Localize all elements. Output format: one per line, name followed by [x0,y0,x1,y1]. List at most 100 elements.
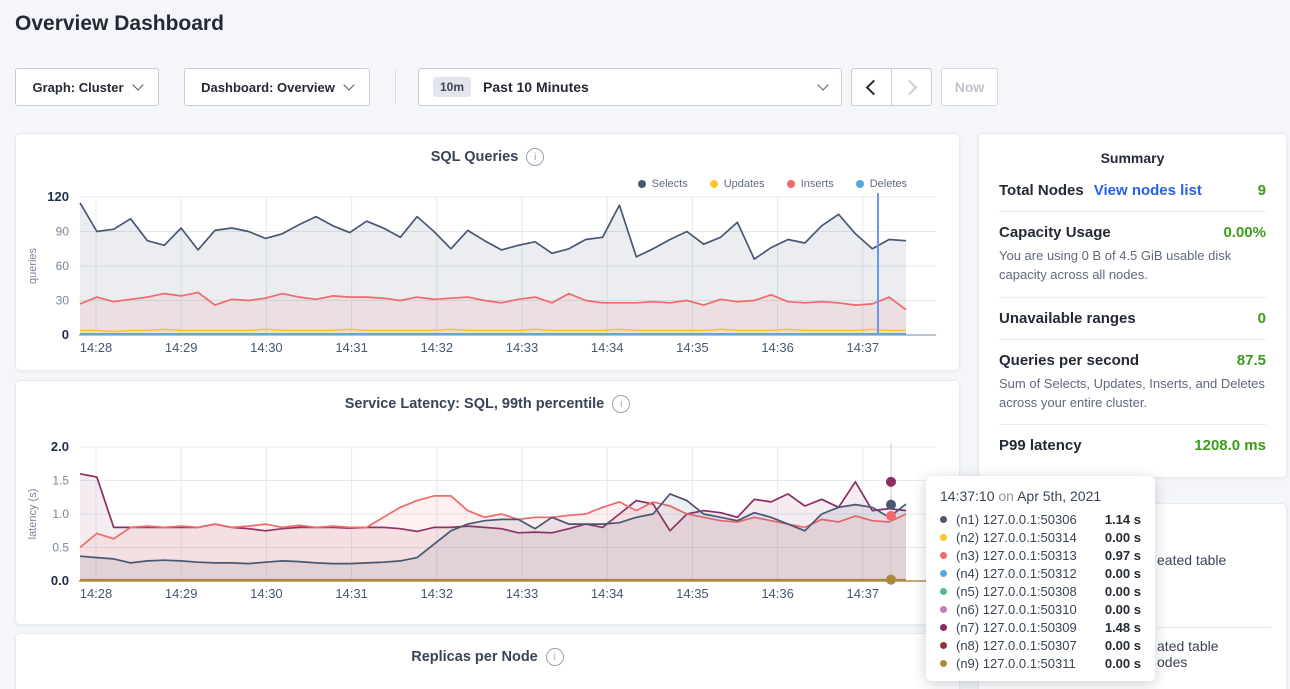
summary-description: You are using 0 B of 4.5 GiB usable disk… [999,247,1266,285]
svg-text:14:33: 14:33 [506,340,539,355]
series-color-dot [940,552,947,559]
svg-text:14:35: 14:35 [676,340,709,355]
tooltip-node-label: (n3) 127.0.0.1:50313 [956,548,1105,563]
tooltip-date-connector: on [998,488,1014,504]
tooltip-node-value: 0.97 s [1105,548,1141,563]
svg-text:14:37: 14:37 [847,586,880,601]
summary-description: Sum of Selects, Updates, Inserts, and De… [999,375,1266,413]
summary-value: 9 [1258,182,1266,199]
legend-dot [787,180,795,188]
legend-item-inserts[interactable]: Inserts [787,178,834,190]
graph-dropdown[interactable]: Graph: Cluster [15,68,159,106]
time-pager [851,68,932,106]
tooltip-node-row: (n5) 127.0.0.1:503080.00 s [940,582,1141,600]
svg-text:14:31: 14:31 [335,340,368,355]
now-button[interactable]: Now [941,68,998,106]
legend-item-updates[interactable]: Updates [710,178,765,190]
series-color-dot [940,660,947,667]
svg-text:14:30: 14:30 [250,586,283,601]
chevron-right-icon [902,79,918,95]
svg-text:14:37: 14:37 [847,340,880,355]
event-text-fragment: odes [1157,654,1187,670]
info-icon[interactable] [526,148,544,166]
chevron-left-icon [866,79,882,95]
series-color-dot [940,570,947,577]
time-prev-button[interactable] [852,69,891,105]
tooltip-node-value: 0.00 s [1105,530,1141,545]
chart-hover-tooltip: 14:37:10 on Apr 5th, 2021 (n1) 127.0.0.1… [926,476,1155,681]
legend-dot [638,180,646,188]
overview-dashboard-page: Overview Dashboard Graph: Cluster Dashbo… [0,0,1290,689]
summary-panel: Summary Total Nodes View nodes list 9 Ca… [978,133,1287,478]
legend-dot [710,180,718,188]
svg-text:14:28: 14:28 [80,586,113,601]
series-color-dot [940,606,947,613]
chevron-down-icon [132,79,143,90]
series-color-dot [940,588,947,595]
dashboard-dropdown-label: Dashboard: Overview [201,80,335,95]
summary-row-p99-latency: P99 latency 1208.0 ms [999,425,1266,466]
tooltip-node-value: 0.00 s [1105,584,1141,599]
summary-value: 1208.0 ms [1194,437,1266,454]
service-latency-chart[interactable]: 14:2814:2914:3014:3114:3214:3314:3414:35… [16,381,961,624]
time-range-dropdown[interactable]: 10m Past 10 Minutes [418,68,842,106]
tooltip-node-label: (n6) 127.0.0.1:50310 [956,602,1105,617]
service-latency-chart-card: 14:2814:2914:3014:3114:3214:3314:3414:35… [15,380,960,625]
tooltip-node-label: (n4) 127.0.0.1:50312 [956,566,1105,581]
svg-text:14:30: 14:30 [250,340,283,355]
legend-label: Selects [652,178,688,190]
svg-text:14:29: 14:29 [165,340,198,355]
page-title: Overview Dashboard [15,12,224,36]
summary-label: Queries per second [999,352,1139,369]
tooltip-node-row: (n9) 127.0.0.1:503110.00 s [940,654,1141,672]
summary-row-total-nodes: Total Nodes View nodes list 9 [999,170,1266,212]
sql-queries-chart[interactable]: 14:2814:2914:3014:3114:3214:3314:3414:35… [16,134,961,370]
summary-label: Unavailable ranges [999,310,1136,327]
tooltip-timestamp: 14:37:10 on Apr 5th, 2021 [940,488,1141,504]
tooltip-node-row: (n1) 127.0.0.1:503061.14 s [940,510,1141,528]
info-icon[interactable] [546,648,564,666]
tooltip-node-label: (n5) 127.0.0.1:50308 [956,584,1105,599]
svg-text:14:36: 14:36 [761,340,794,355]
svg-text:14:31: 14:31 [335,586,368,601]
svg-text:1.0: 1.0 [52,507,69,521]
view-nodes-list-link[interactable]: View nodes list [1094,182,1202,199]
summary-row-capacity-usage: Capacity Usage 0.00% You are using 0 B o… [999,212,1266,298]
svg-text:30: 30 [56,294,70,308]
events-divider [1157,627,1271,628]
graph-dropdown-label: Graph: Cluster [32,80,123,95]
tooltip-node-label: (n8) 127.0.0.1:50307 [956,638,1105,653]
summary-value: 0 [1258,310,1266,327]
chart-title-replicas-per-node: Replicas per Node [411,649,538,665]
legend-item-selects[interactable]: Selects [638,178,688,190]
svg-text:14:36: 14:36 [761,586,794,601]
summary-label: P99 latency [999,437,1082,454]
sql-queries-legend: Selects Updates Inserts Deletes [638,178,907,190]
summary-value: 0.00% [1223,224,1266,241]
summary-title: Summary [999,150,1266,166]
svg-text:14:35: 14:35 [676,586,709,601]
tooltip-node-row: (n8) 127.0.0.1:503070.00 s [940,636,1141,654]
svg-text:1.5: 1.5 [52,474,69,488]
legend-item-deletes[interactable]: Deletes [856,178,907,190]
event-text-fragment: ated table [1157,638,1219,654]
chart-title-sql-queries: SQL Queries [431,149,519,165]
dashboard-dropdown[interactable]: Dashboard: Overview [184,68,370,106]
tooltip-node-value: 0.00 s [1105,602,1141,617]
time-next-button[interactable] [891,69,931,105]
info-icon[interactable] [612,395,630,413]
tooltip-node-value: 1.48 s [1105,620,1141,635]
tooltip-node-label: (n2) 127.0.0.1:50314 [956,530,1105,545]
svg-text:90: 90 [56,225,70,239]
series-color-dot [940,642,947,649]
svg-text:queries: queries [27,247,39,284]
time-range-label: Past 10 Minutes [483,79,809,95]
controls-divider [395,70,396,104]
svg-text:60: 60 [56,259,70,273]
tooltip-node-row: (n2) 127.0.0.1:503140.00 s [940,528,1141,546]
svg-text:14:28: 14:28 [80,340,113,355]
legend-label: Deletes [870,178,907,190]
tooltip-node-value: 0.00 s [1105,638,1141,653]
svg-text:0.0: 0.0 [51,573,69,588]
svg-text:2.0: 2.0 [51,439,69,454]
